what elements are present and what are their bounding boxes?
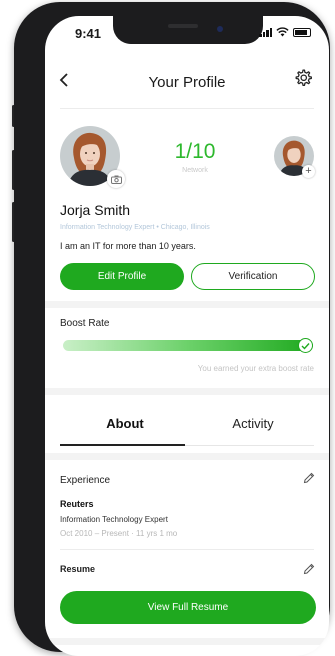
section-separator [45, 638, 329, 645]
profile-bio: I am an IT for more than 10 years. [60, 241, 196, 251]
resume-title: Resume [60, 564, 96, 574]
camera-icon[interactable] [107, 170, 125, 188]
gear-icon[interactable] [293, 68, 313, 93]
boost-progress-fill [63, 340, 313, 351]
edit-resume-pencil-icon[interactable] [303, 562, 315, 580]
network-label: Network [182, 167, 208, 174]
phone-screen: 9:41 Your Profile 1/10 Network + Jorja S… [45, 16, 329, 656]
add-icon[interactable]: + [302, 165, 315, 178]
section-separator [45, 388, 329, 395]
status-time: 9:41 [75, 26, 102, 41]
experience-title: Experience [60, 475, 111, 486]
profile-meta: Information Technology Expert • Chicago,… [60, 224, 210, 231]
view-full-resume-button[interactable]: View Full Resume [60, 591, 316, 624]
tab-about[interactable]: About [65, 416, 185, 431]
notch [113, 16, 263, 44]
profile-name: Jorja Smith [60, 202, 131, 218]
boost-note: You earned your extra boost rate [197, 364, 314, 373]
experience-company: Reuters [60, 499, 94, 509]
check-icon [298, 338, 313, 353]
status-icons [259, 27, 311, 37]
verification-button[interactable]: Verification [191, 263, 315, 290]
front-camera [217, 26, 223, 32]
page-title: Your Profile [148, 74, 226, 91]
edit-profile-button[interactable]: Edit Profile [60, 263, 184, 290]
header: Your Profile [45, 56, 329, 106]
section-separator [45, 301, 329, 308]
speaker [168, 24, 198, 28]
phone-frame: 9:41 Your Profile 1/10 Network + Jorja S… [14, 2, 330, 656]
battery-icon [293, 27, 311, 37]
experience-role: Information Technology Expert [60, 515, 168, 524]
boost-progress-bar [63, 340, 313, 351]
network-count: 1/10 [174, 140, 216, 163]
section-divider [60, 549, 314, 550]
active-tab-indicator [60, 444, 185, 446]
tab-activity[interactable]: Activity [193, 416, 313, 431]
section-separator [45, 453, 329, 460]
edit-experience-pencil-icon[interactable] [303, 471, 315, 489]
boost-title: Boost Rate [60, 318, 110, 329]
signal-icon [259, 27, 272, 37]
wifi-icon [276, 27, 289, 37]
header-divider [60, 108, 314, 109]
experience-dates: Oct 2010 – Present · 11 yrs 1 mo [60, 529, 178, 538]
